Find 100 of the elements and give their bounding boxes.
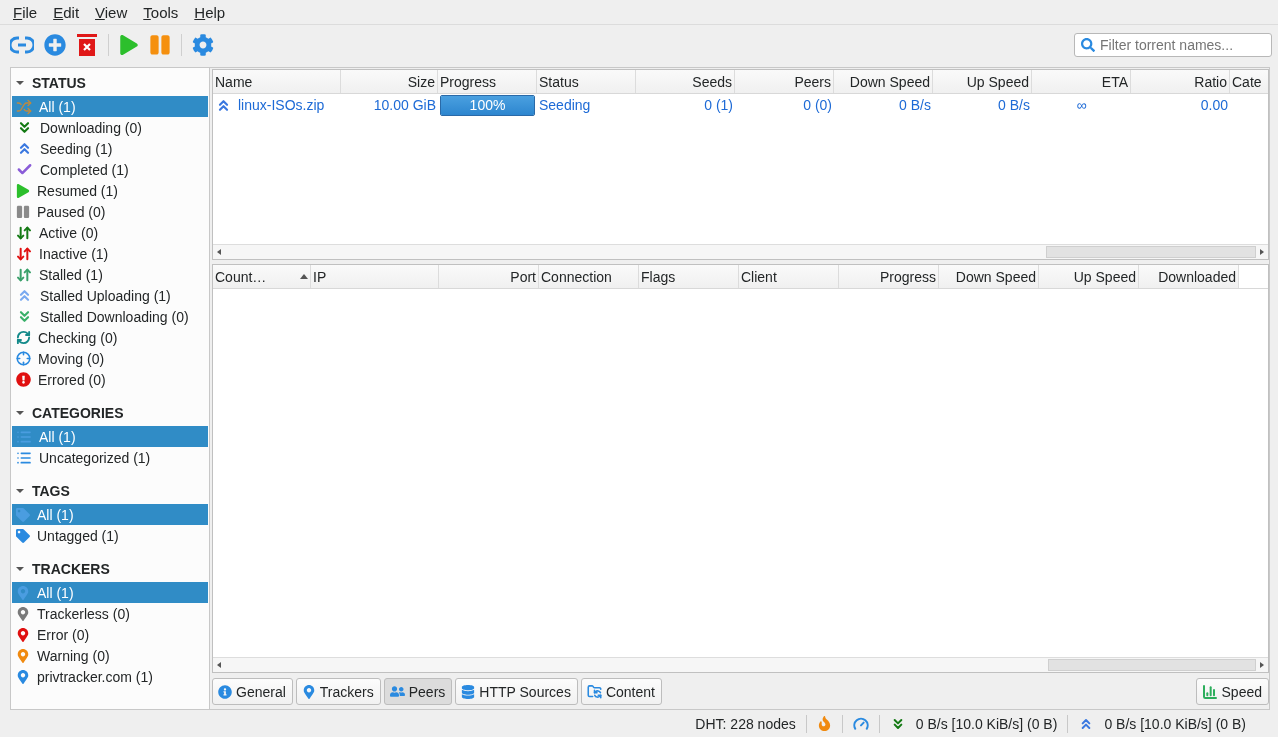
table-cell-text: 0 B/s bbox=[997, 97, 1031, 113]
location-pin-icon bbox=[16, 606, 30, 621]
filter-item[interactable]: Stalled (1) bbox=[12, 264, 208, 285]
pause-icon[interactable] bbox=[149, 34, 171, 56]
filter-item[interactable]: Uncategorized (1) bbox=[12, 447, 208, 468]
column-header[interactable]: Name bbox=[213, 70, 341, 93]
column-header[interactable]: Cate bbox=[1230, 70, 1268, 93]
database-icon bbox=[461, 684, 476, 699]
delete-icon[interactable] bbox=[76, 33, 98, 57]
filter-item[interactable]: All (1) bbox=[12, 426, 208, 447]
column-header[interactable]: Ratio bbox=[1131, 70, 1230, 93]
speed-button[interactable]: Speed bbox=[1195, 678, 1269, 705]
filter-item[interactable]: Error (0) bbox=[12, 624, 208, 645]
column-header[interactable]: Connection bbox=[539, 265, 639, 289]
section-header[interactable]: CATEGORIES bbox=[12, 400, 208, 426]
location-pin-icon bbox=[301, 684, 316, 699]
column-header[interactable]: Progress bbox=[438, 70, 537, 93]
play-icon bbox=[16, 183, 30, 198]
people-icon bbox=[389, 684, 405, 699]
play-icon[interactable] bbox=[119, 35, 139, 55]
section-header[interactable]: STATUS bbox=[12, 70, 208, 96]
filter-item[interactable]: Stalled Uploading (1) bbox=[12, 285, 208, 306]
table-cell-text: 0 B/s bbox=[898, 97, 932, 113]
tab[interactable]: General bbox=[212, 678, 293, 705]
column-header[interactable]: Up Speed bbox=[933, 70, 1032, 93]
filter-item[interactable]: Downloading (0) bbox=[12, 117, 208, 138]
progress-bar: 100% bbox=[440, 94, 535, 116]
menu-item[interactable]: Help bbox=[187, 1, 233, 23]
filter-item[interactable]: Untagged (1) bbox=[12, 525, 208, 546]
column-header[interactable]: Peers bbox=[735, 70, 834, 93]
column-header[interactable]: Down Speed bbox=[834, 70, 933, 93]
filter-item[interactable]: Stalled Downloading (0) bbox=[12, 306, 208, 327]
filter-item[interactable]: Completed (1) bbox=[12, 159, 208, 180]
column-header[interactable]: ETA bbox=[1032, 70, 1131, 93]
filter-item[interactable]: Moving (0) bbox=[12, 348, 208, 369]
table-cell-text: ∞ bbox=[1075, 97, 1088, 113]
column-header[interactable]: Down Speed bbox=[939, 265, 1039, 289]
folder-icon bbox=[586, 684, 602, 699]
filter-item[interactable]: All (1) bbox=[12, 96, 208, 117]
section-header[interactable]: TAGS bbox=[12, 478, 208, 504]
pause-icon bbox=[16, 204, 30, 219]
info-icon bbox=[218, 684, 232, 699]
section-header[interactable]: TRACKERS bbox=[12, 556, 208, 582]
filter-item[interactable]: Errored (0) bbox=[12, 369, 208, 390]
column-header[interactable]: Size bbox=[341, 70, 438, 93]
settings-icon[interactable] bbox=[192, 34, 214, 56]
search-icon bbox=[1081, 38, 1095, 52]
upload-speed: 0 B/s [10.0 KiB/s] (0 B) bbox=[1104, 715, 1246, 732]
location-pin-icon bbox=[16, 585, 30, 600]
filter-item[interactable]: All (1) bbox=[12, 582, 208, 603]
tag-icon bbox=[16, 507, 30, 522]
crosshair-icon bbox=[16, 351, 31, 366]
search-field[interactable]: Filter torrent names... bbox=[1074, 33, 1272, 57]
filter-item[interactable]: Resumed (1) bbox=[12, 180, 208, 201]
filter-item[interactable]: Paused (0) bbox=[12, 201, 208, 222]
menu-item[interactable]: View bbox=[88, 1, 135, 23]
location-pin-icon bbox=[16, 669, 30, 684]
column-header[interactable]: Up Speed bbox=[1039, 265, 1139, 289]
filter-item[interactable]: Warning (0) bbox=[12, 645, 208, 666]
column-header[interactable]: Downloaded bbox=[1139, 265, 1239, 289]
add-icon[interactable] bbox=[44, 34, 66, 56]
bar-chart-icon bbox=[1201, 683, 1218, 700]
tag-icon bbox=[16, 528, 30, 543]
table-cell-text: 0 (0) bbox=[802, 97, 833, 113]
table-cell: linux-ISOs.zip bbox=[213, 96, 341, 114]
filter-item[interactable]: privtracker.com (1) bbox=[12, 666, 208, 687]
filter-item[interactable]: Active (0) bbox=[12, 222, 208, 243]
column-header[interactable]: Progress bbox=[839, 265, 939, 289]
dht-status: DHT: 228 nodes bbox=[695, 715, 796, 732]
gauge-icon[interactable] bbox=[852, 715, 869, 732]
tab[interactable]: Trackers bbox=[295, 678, 381, 705]
menu-item[interactable]: File bbox=[6, 1, 45, 23]
column-header[interactable]: Seeds bbox=[636, 70, 735, 93]
up-down-arrows-icon bbox=[16, 224, 32, 241]
column-header[interactable]: Port bbox=[439, 265, 539, 289]
filter-item[interactable]: Inactive (1) bbox=[12, 243, 208, 264]
tab[interactable]: HTTP Sources bbox=[455, 678, 578, 705]
tab[interactable]: Content bbox=[580, 678, 662, 705]
menu-item[interactable]: Edit bbox=[46, 1, 87, 23]
up-down-arrows-icon bbox=[16, 245, 32, 262]
filter-item[interactable]: Seeding (1) bbox=[12, 138, 208, 159]
column-header[interactable]: IP bbox=[311, 265, 439, 289]
download-speed: 0 B/s [10.0 KiB/s] (0 B) bbox=[915, 715, 1058, 732]
menu-item[interactable]: Tools bbox=[136, 1, 186, 23]
column-header[interactable]: Flags bbox=[639, 265, 739, 289]
location-pin-icon bbox=[16, 648, 30, 663]
filter-item[interactable]: All (1) bbox=[12, 504, 208, 525]
table-cell-text: Seeding bbox=[538, 97, 592, 113]
table-cell-text: 0 (1) bbox=[703, 97, 734, 113]
up-down-arrows-icon bbox=[16, 266, 32, 283]
column-header[interactable]: Status bbox=[537, 70, 636, 93]
filter-item[interactable]: Checking (0) bbox=[12, 327, 208, 348]
column-header[interactable]: Client bbox=[739, 265, 839, 289]
filter-item[interactable]: Trackerless (0) bbox=[12, 603, 208, 624]
location-pin-icon bbox=[16, 627, 30, 642]
column-header[interactable]: Count… bbox=[213, 265, 311, 289]
horizontal-scrollbar[interactable] bbox=[213, 244, 1268, 260]
table-cell-text: 10.00 GiB bbox=[372, 97, 437, 113]
horizontal-scrollbar[interactable] bbox=[213, 657, 1268, 672]
tab[interactable]: Peers bbox=[383, 678, 453, 705]
